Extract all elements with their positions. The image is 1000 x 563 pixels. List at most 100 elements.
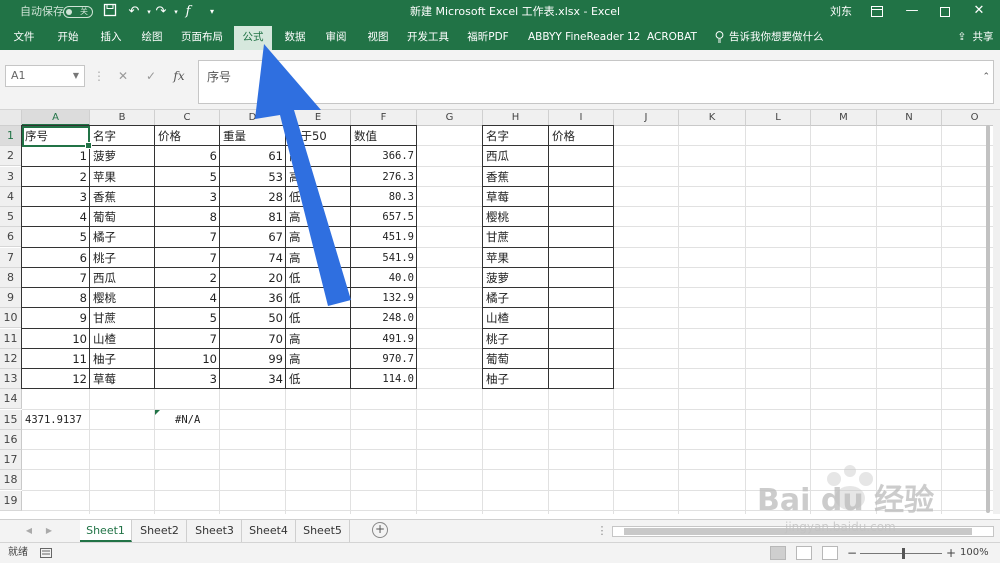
maximize-icon[interactable] — [928, 0, 962, 24]
cell[interactable]: 草莓 — [90, 369, 155, 389]
cell[interactable]: 491.9 — [351, 329, 417, 349]
close-icon[interactable]: ✕ — [962, 0, 996, 24]
cell[interactable]: 248.0 — [351, 308, 417, 328]
cell[interactable]: 7 — [155, 329, 220, 349]
cell[interactable]: 74 — [220, 248, 286, 268]
cell[interactable]: 970.7 — [351, 349, 417, 369]
cell[interactable]: 3 — [155, 369, 220, 389]
cell[interactable]: 橘子 — [483, 288, 549, 308]
cell[interactable]: 4371.9137 — [22, 410, 90, 430]
cell[interactable]: 366.7 — [351, 146, 417, 166]
cell[interactable]: 柚子 — [483, 369, 549, 389]
cell[interactable]: 高 — [286, 146, 351, 166]
cell[interactable]: 山楂 — [483, 308, 549, 328]
column-header[interactable]: E — [286, 110, 351, 126]
cell[interactable]: 高 — [286, 248, 351, 268]
cell[interactable]: 36 — [220, 288, 286, 308]
add-sheet-icon[interactable]: + — [372, 522, 388, 538]
normal-view-icon[interactable] — [770, 546, 786, 560]
cell[interactable]: 4 — [155, 288, 220, 308]
cell[interactable]: 4 — [22, 207, 90, 227]
cell[interactable]: 10 — [22, 329, 90, 349]
cell[interactable]: 12 — [22, 369, 90, 389]
cell[interactable]: 9 — [22, 308, 90, 328]
column-header[interactable]: F — [351, 110, 417, 126]
cell[interactable]: 数值 — [351, 126, 417, 146]
tab-abbyy[interactable]: ABBYY FineReader 12 — [526, 24, 640, 50]
row-header[interactable]: 11 — [0, 329, 22, 349]
tell-me-search[interactable]: 告诉我你想要做什么 — [727, 24, 824, 50]
user-name[interactable]: 刘东 — [830, 0, 852, 24]
row-header[interactable]: 13 — [0, 369, 22, 389]
row-header[interactable]: 18 — [0, 470, 22, 490]
row-header[interactable]: 15 — [0, 410, 22, 430]
page-break-view-icon[interactable] — [822, 546, 838, 560]
row-header[interactable]: 2 — [0, 146, 22, 166]
sheet-tab-4[interactable]: Sheet4 — [242, 520, 296, 542]
cell[interactable]: 香蕉 — [483, 167, 549, 187]
column-header[interactable]: N — [877, 110, 942, 126]
tab-insert[interactable]: 插入 — [96, 24, 126, 50]
column-header[interactable]: O — [942, 110, 993, 126]
cell[interactable]: 1 — [22, 146, 90, 166]
row-header[interactable]: 10 — [0, 308, 22, 328]
tab-data[interactable]: 数据 — [280, 24, 310, 50]
cell[interactable]: 3 — [155, 187, 220, 207]
cell[interactable]: #N/A — [155, 410, 220, 430]
next-sheet-icon[interactable]: ▶ — [42, 523, 56, 539]
tab-file[interactable]: 文件 — [10, 24, 38, 50]
cell[interactable]: 657.5 — [351, 207, 417, 227]
cell[interactable]: 70 — [220, 329, 286, 349]
ribbon-display-icon[interactable] — [860, 0, 894, 24]
cell[interactable]: 5 — [155, 308, 220, 328]
column-header[interactable]: L — [746, 110, 811, 126]
tab-acrobat[interactable]: ACROBAT — [645, 24, 697, 50]
column-header[interactable]: K — [679, 110, 746, 126]
page-layout-view-icon[interactable] — [796, 546, 812, 560]
cell[interactable]: 11 — [22, 349, 90, 369]
cell[interactable]: 276.3 — [351, 167, 417, 187]
cell[interactable]: 80.3 — [351, 187, 417, 207]
formula-input[interactable]: 序号 — [198, 60, 994, 104]
tab-draw[interactable]: 绘图 — [137, 24, 167, 50]
cell[interactable]: 橘子 — [90, 227, 155, 247]
collapse-formula-icon[interactable]: ⌃ — [982, 72, 990, 82]
cell[interactable]: 20 — [220, 268, 286, 288]
cell[interactable]: 50 — [220, 308, 286, 328]
column-header[interactable]: C — [155, 110, 220, 126]
cell[interactable]: 6 — [22, 248, 90, 268]
cell[interactable]: 高 — [286, 167, 351, 187]
minimize-icon[interactable]: — — [895, 0, 929, 24]
vertical-scrollbar[interactable] — [993, 110, 1000, 514]
sheet-tab-3[interactable]: Sheet3 — [188, 520, 242, 542]
cell[interactable]: 28 — [220, 187, 286, 207]
zoom-slider-knob[interactable] — [902, 548, 905, 559]
zoom-slider[interactable] — [860, 553, 942, 554]
cell[interactable]: 苹果 — [483, 248, 549, 268]
column-header[interactable]: B — [90, 110, 155, 126]
share-icon[interactable]: ⇪ — [955, 24, 969, 50]
cell[interactable]: 132.9 — [351, 288, 417, 308]
fx-icon[interactable]: f — [179, 3, 197, 21]
column-header[interactable]: G — [417, 110, 483, 126]
cell[interactable]: 3 — [22, 187, 90, 207]
cell[interactable]: 高 — [286, 207, 351, 227]
cell[interactable]: 40.0 — [351, 268, 417, 288]
cell[interactable]: 樱桃 — [90, 288, 155, 308]
sheet-tab-2[interactable]: Sheet2 — [133, 520, 187, 542]
cell[interactable]: 重量 — [220, 126, 286, 146]
cell[interactable]: 菠萝 — [90, 146, 155, 166]
cell[interactable]: 价格 — [155, 126, 220, 146]
cell[interactable]: 7 — [155, 227, 220, 247]
row-header[interactable]: 6 — [0, 227, 22, 247]
cell[interactable]: 低 — [286, 369, 351, 389]
cell[interactable]: 低 — [286, 308, 351, 328]
cell[interactable]: 7 — [22, 268, 90, 288]
cell[interactable]: 低 — [286, 288, 351, 308]
cell[interactable]: 苹果 — [90, 167, 155, 187]
cancel-icon[interactable]: ✕ — [114, 68, 132, 84]
customize-qa-icon[interactable]: ▾ — [203, 3, 221, 21]
cell[interactable]: 名字 — [90, 126, 155, 146]
active-cell-selection[interactable] — [22, 126, 92, 149]
cell[interactable]: 甘蔗 — [90, 308, 155, 328]
